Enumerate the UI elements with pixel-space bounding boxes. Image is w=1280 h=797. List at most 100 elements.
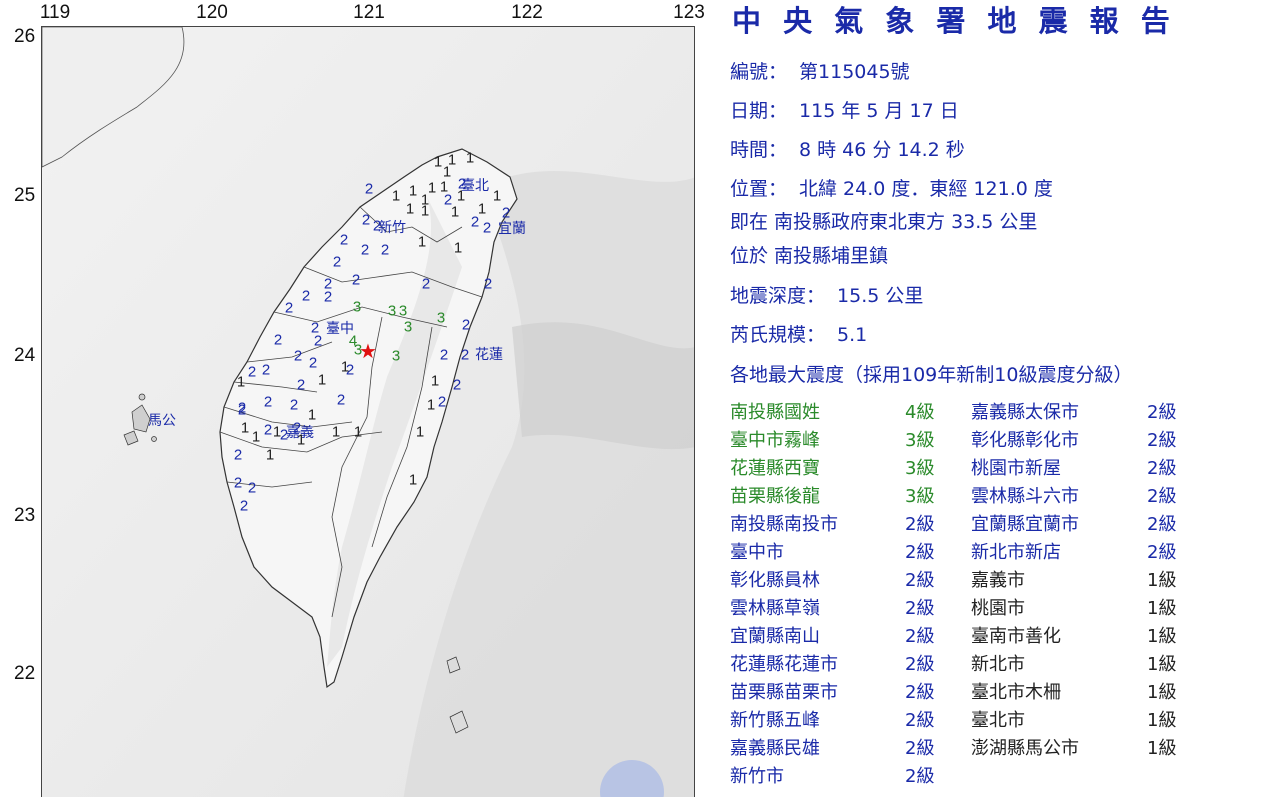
intensity-mark: 1 bbox=[307, 406, 317, 424]
intensity-mark: 2 bbox=[239, 497, 249, 515]
intensity-mark: 1 bbox=[317, 371, 327, 389]
intensity-location: 彰化縣彰化市 bbox=[971, 430, 1079, 451]
intensity-mark: 3 bbox=[436, 309, 446, 327]
intensity-location: 臺中市霧峰 bbox=[730, 430, 820, 451]
intensity-mark: 1 bbox=[331, 423, 341, 441]
magnitude-value: 5.1 bbox=[837, 324, 868, 346]
intensity-level: 2級 bbox=[1147, 402, 1177, 423]
relative-location-row: 即在 南投縣政府東北東方 33.5 公里 bbox=[730, 211, 1038, 233]
intensity-level: 3級 bbox=[905, 458, 935, 479]
terrain-map bbox=[42, 27, 694, 797]
map-frame bbox=[41, 26, 695, 797]
intensity-location: 宜蘭縣宜蘭市 bbox=[971, 514, 1079, 535]
intensity-mark: 1 bbox=[340, 358, 350, 376]
intensity-level: 2級 bbox=[1147, 514, 1177, 535]
report-number-row: 編號： 第115045號 bbox=[730, 57, 910, 84]
intensity-mark: 2 bbox=[364, 180, 374, 198]
intensity-mark: 1 bbox=[417, 233, 427, 251]
intensity-level: 3級 bbox=[905, 430, 935, 451]
intensity-level: 1級 bbox=[1147, 654, 1177, 675]
city-label-hualien: 花蓮 bbox=[475, 347, 503, 363]
intensity-level: 2級 bbox=[905, 710, 935, 731]
latitude-label: 25 bbox=[14, 185, 36, 206]
intensity-location: 雲林縣草嶺 bbox=[730, 598, 820, 619]
intensity-location: 新北市 bbox=[971, 654, 1025, 675]
latitude-label: 22 bbox=[14, 663, 36, 684]
intensity-mark: 2 bbox=[293, 347, 303, 365]
intensity-level: 2級 bbox=[905, 598, 935, 619]
longitude-label: 123 bbox=[673, 2, 705, 23]
longitude-label: 119 bbox=[39, 2, 71, 23]
time-label: 時間： bbox=[730, 139, 788, 161]
intensity-mark: 1 bbox=[433, 153, 443, 171]
report-number-value: 第115045號 bbox=[799, 61, 910, 83]
seismic-map-panel: 119 120 121 122 123 26 25 24 23 22 臺北 宜蘭… bbox=[0, 0, 712, 797]
intensity-mark: 1 bbox=[236, 373, 246, 391]
intensity-mark: 3 bbox=[387, 302, 397, 320]
intensity-level: 1級 bbox=[1147, 738, 1177, 759]
intensity-location: 新竹市 bbox=[730, 766, 784, 787]
intensity-location: 雲林縣斗六市 bbox=[971, 486, 1079, 507]
intensity-location: 新北市新店 bbox=[971, 542, 1061, 563]
intensity-mark: 2 bbox=[460, 346, 470, 364]
intensity-mark: 2 bbox=[233, 474, 243, 492]
intensity-mark: 2 bbox=[233, 446, 243, 464]
intensity-mark: 2 bbox=[482, 219, 492, 237]
intensity-location: 花蓮縣西寶 bbox=[730, 458, 820, 479]
intensity-location: 嘉義縣民雄 bbox=[730, 738, 820, 759]
intensity-level: 2級 bbox=[905, 570, 935, 591]
intensity-mark: 2 bbox=[351, 271, 361, 289]
intensity-mark: 2 bbox=[263, 421, 273, 439]
intensity-level: 1級 bbox=[1147, 598, 1177, 619]
intensity-level: 2級 bbox=[905, 738, 935, 759]
intensity-level: 1級 bbox=[1147, 626, 1177, 647]
latitude-label: 23 bbox=[14, 505, 36, 526]
intensity-mark: 1 bbox=[430, 372, 440, 390]
longitude-label: 121 bbox=[353, 2, 385, 23]
intensity-location: 新竹縣五峰 bbox=[730, 710, 820, 731]
intensity-mark: 1 bbox=[415, 423, 425, 441]
intensity-location: 臺南市善化 bbox=[971, 626, 1061, 647]
intensity-mark: 2 bbox=[323, 288, 333, 306]
intensity-mark: 1 bbox=[353, 423, 363, 441]
intensity-mark: 2 bbox=[273, 331, 283, 349]
intensity-location: 澎湖縣馬公市 bbox=[971, 738, 1079, 759]
intensity-mark: 1 bbox=[420, 202, 430, 220]
intensity-location: 臺北市木柵 bbox=[971, 682, 1061, 703]
intensity-mark: 2 bbox=[470, 213, 480, 231]
depth-label: 地震深度： bbox=[730, 285, 826, 307]
intensity-mark: 2 bbox=[483, 275, 493, 293]
intensity-location: 桃園市新屋 bbox=[971, 458, 1061, 479]
intensity-level: 1級 bbox=[1147, 710, 1177, 731]
intensity-location: 嘉義市 bbox=[971, 570, 1025, 591]
intensity-mark: 3 bbox=[353, 341, 363, 359]
intensity-mark: 2 bbox=[372, 217, 382, 235]
intensity-level: 2級 bbox=[1147, 430, 1177, 451]
magnitude-label: 芮氏規模： bbox=[730, 324, 826, 346]
time-row: 時間： 8 時 46 分 14.2 秒 bbox=[730, 135, 965, 162]
intensity-mark: 3 bbox=[398, 302, 408, 320]
intensity-mark: 1 bbox=[492, 187, 502, 205]
intensity-mark: 2 bbox=[501, 204, 511, 222]
time-value: 8 時 46 分 14.2 秒 bbox=[799, 139, 965, 161]
city-label-hsinchu: 新竹 bbox=[378, 220, 406, 236]
intensity-mark: 2 bbox=[336, 391, 346, 409]
located-in-row: 位於 南投縣埔里鎮 bbox=[730, 245, 889, 267]
intensity-mark: 2 bbox=[308, 354, 318, 372]
city-label-magong: 馬公 bbox=[148, 413, 176, 429]
intensity-location: 嘉義縣太保市 bbox=[971, 402, 1079, 423]
intensity-location: 臺北市 bbox=[971, 710, 1025, 731]
intensity-level: 1級 bbox=[1147, 682, 1177, 703]
intensity-level: 2級 bbox=[905, 514, 935, 535]
intensity-mark: 2 bbox=[313, 332, 323, 350]
intensity-mark: 2 bbox=[247, 363, 257, 381]
intensity-mark: 2 bbox=[261, 361, 271, 379]
intensity-mark: 1 bbox=[391, 187, 401, 205]
intensity-mark: 2 bbox=[296, 376, 306, 394]
intensity-location: 花蓮縣花蓮市 bbox=[730, 654, 838, 675]
intensity-mark: 2 bbox=[439, 346, 449, 364]
intensity-mark: 1 bbox=[265, 446, 275, 464]
intensity-location: 宜蘭縣南山 bbox=[730, 626, 820, 647]
intensity-level: 2級 bbox=[905, 766, 935, 787]
city-label-yilan: 宜蘭 bbox=[498, 221, 526, 237]
